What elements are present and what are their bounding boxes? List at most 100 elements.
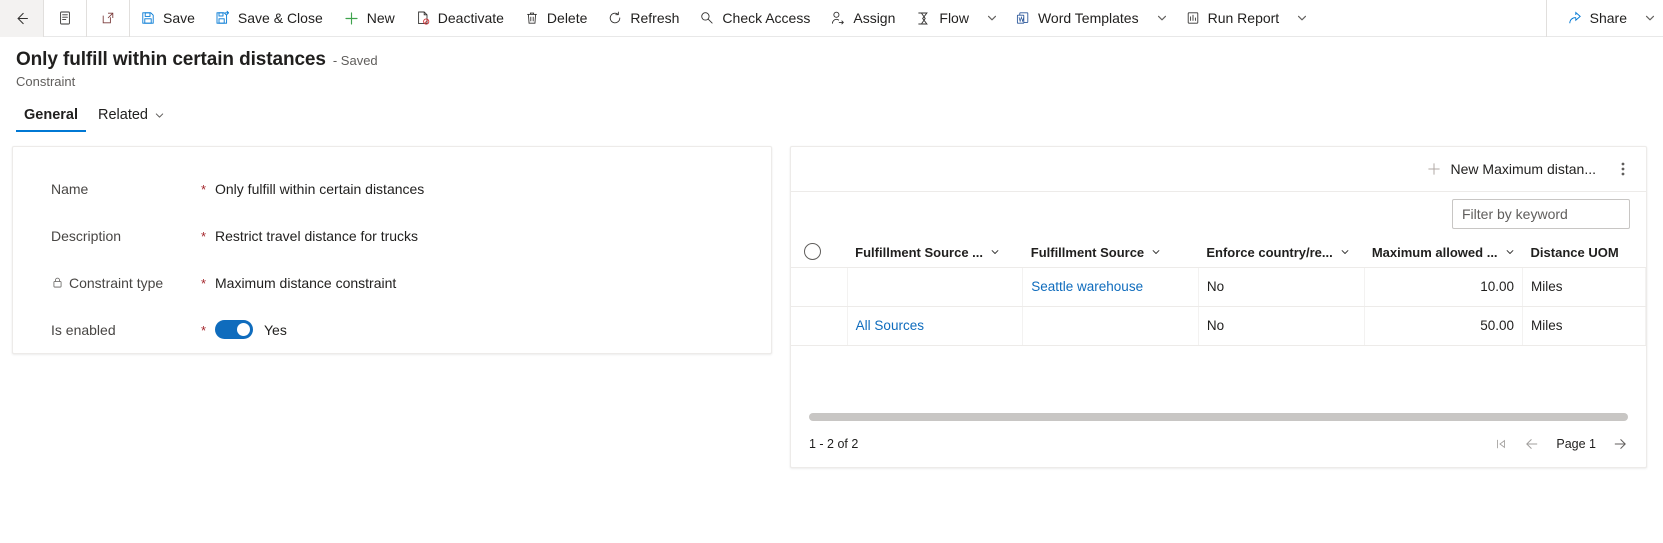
- field-description-value[interactable]: Restrict travel distance for trucks: [215, 228, 418, 244]
- column-header-label: Enforce country/re...: [1206, 244, 1333, 260]
- arrow-left-icon: [1524, 436, 1540, 452]
- new-maximum-distance-button[interactable]: New Maximum distan...: [1416, 156, 1606, 182]
- chevron-down-icon: [1644, 12, 1656, 24]
- table-row[interactable]: Seattle warehouse No 10.00 Miles: [791, 267, 1646, 307]
- new-label: New: [366, 10, 395, 26]
- column-header-distance-uom[interactable]: Distance UOM: [1522, 235, 1646, 268]
- run-report-label: Run Report: [1207, 10, 1280, 26]
- maximum-distance-subgrid-card: New Maximum distan... Filter by keyword …: [790, 146, 1647, 468]
- refresh-icon: [607, 10, 623, 26]
- check-access-label: Check Access: [722, 10, 811, 26]
- popout-button[interactable]: [87, 0, 129, 37]
- is-enabled-toggle[interactable]: [215, 320, 253, 339]
- refresh-button[interactable]: Refresh: [597, 0, 689, 37]
- tab-general-label: General: [24, 107, 78, 123]
- chevron-down-icon: [1340, 247, 1350, 257]
- word-templates-label: Word Templates: [1037, 10, 1139, 26]
- table-header-row: Fulfillment Source ... Fulfillment Sourc…: [791, 235, 1646, 268]
- back-button[interactable]: [0, 0, 43, 37]
- cell-fulfillment-source-group[interactable]: All Sources: [847, 306, 1024, 346]
- share-caret-button[interactable]: [1637, 0, 1663, 37]
- column-header-enforce-country[interactable]: Enforce country/re...: [1198, 235, 1365, 268]
- field-description-label: Description: [51, 228, 201, 244]
- subgrid-table-scroll: Fulfillment Source ... Fulfillment Sourc…: [791, 235, 1646, 413]
- plus-icon: [1426, 161, 1442, 177]
- horizontal-scrollbar[interactable]: [809, 413, 1628, 421]
- row-select-cell[interactable]: [791, 306, 848, 346]
- record-count-label: 1 - 2 of 2: [809, 437, 859, 451]
- required-marker: *: [201, 276, 207, 291]
- column-header-fulfillment-source[interactable]: Fulfillment Source: [1022, 235, 1199, 268]
- run-report-button[interactable]: Run Report: [1175, 0, 1290, 37]
- pagination: Page 1: [1494, 436, 1628, 452]
- column-header-maximum-allowed[interactable]: Maximum allowed ...: [1364, 235, 1523, 268]
- field-name-value[interactable]: Only fulfill within certain distances: [215, 181, 424, 197]
- tab-list: General Related: [0, 103, 1663, 132]
- label-text: Is enabled: [51, 321, 116, 338]
- cell-enforce-country: No: [1198, 306, 1366, 346]
- cell-distance-uom: Miles: [1522, 306, 1646, 346]
- filter-by-keyword-input[interactable]: [1452, 198, 1630, 229]
- fulfillment-source-group-link[interactable]: All Sources: [856, 318, 924, 333]
- save-status: - Saved: [332, 53, 378, 68]
- subgrid-footer: 1 - 2 of 2 Page 1: [791, 421, 1646, 467]
- share-button[interactable]: Share: [1557, 0, 1637, 37]
- share-icon: [1567, 10, 1583, 26]
- required-marker: *: [201, 182, 207, 197]
- deactivate-button[interactable]: Deactivate: [405, 0, 514, 37]
- field-description: Description * Restrict travel distance f…: [13, 212, 771, 259]
- share-group: Share: [1545, 0, 1663, 37]
- person-assign-icon: [830, 10, 846, 26]
- first-page-icon: [1494, 437, 1508, 451]
- column-header-fulfillment-source-group[interactable]: Fulfillment Source ...: [847, 235, 1023, 268]
- save-and-close-button[interactable]: Save & Close: [205, 0, 333, 37]
- arrow-right-icon: [1612, 436, 1628, 452]
- form-selector-button[interactable]: [44, 0, 86, 37]
- row-select-cell[interactable]: [791, 267, 848, 307]
- flow-icon: [915, 10, 932, 27]
- flow-button[interactable]: Flow: [905, 0, 979, 37]
- previous-page-button[interactable]: [1524, 436, 1540, 452]
- general-section-card: Name * Only fulfill within certain dista…: [12, 146, 772, 354]
- cell-maximum-allowed: 50.00: [1364, 306, 1524, 346]
- word-templates-caret-button[interactable]: [1149, 0, 1175, 37]
- cell-fulfillment-source[interactable]: Seattle warehouse: [1022, 267, 1199, 307]
- assign-label: Assign: [853, 10, 896, 26]
- check-access-button[interactable]: Check Access: [689, 0, 820, 37]
- cell-fulfillment-source-group: [847, 267, 1024, 307]
- tab-general[interactable]: General: [16, 103, 86, 132]
- assign-button[interactable]: Assign: [820, 0, 905, 37]
- field-is-enabled-label: Is enabled: [51, 322, 201, 338]
- delete-button[interactable]: Delete: [514, 0, 597, 37]
- subgrid-table: Fulfillment Source ... Fulfillment Sourc…: [791, 235, 1646, 346]
- delete-label: Delete: [546, 10, 588, 26]
- chevron-down-icon: [1151, 247, 1161, 257]
- page-title: Only fulfill within certain distances: [16, 49, 326, 70]
- run-report-caret-button[interactable]: [1289, 0, 1315, 37]
- subgrid-more-commands-button[interactable]: [1608, 154, 1638, 184]
- horizontal-scrollbar-wrap: [791, 413, 1646, 421]
- next-page-button[interactable]: [1612, 436, 1628, 452]
- more-vertical-icon: [1621, 161, 1625, 177]
- back-arrow-icon: [13, 10, 30, 27]
- field-constraint-type-label: Constraint type: [51, 275, 201, 291]
- tab-related[interactable]: Related: [90, 103, 173, 132]
- select-all-radio[interactable]: [804, 242, 821, 260]
- new-button[interactable]: New: [333, 0, 405, 37]
- table-row[interactable]: All Sources No 50.00 Miles: [791, 306, 1646, 346]
- popout-icon: [100, 10, 116, 26]
- field-name: Name * Only fulfill within certain dista…: [13, 165, 771, 212]
- field-constraint-type: Constraint type * Maximum distance const…: [13, 259, 771, 306]
- save-button[interactable]: Save: [130, 0, 205, 37]
- save-and-close-icon: [215, 10, 231, 26]
- label-text: Description: [51, 227, 122, 244]
- first-page-button[interactable]: [1494, 437, 1508, 451]
- save-icon: [140, 10, 156, 26]
- word-templates-button[interactable]: Word Templates: [1005, 0, 1149, 37]
- lock-icon: [51, 276, 64, 289]
- flow-caret-button[interactable]: [979, 0, 1005, 37]
- record-header: Only fulfill within certain distances - …: [0, 37, 1663, 89]
- fulfillment-source-link[interactable]: Seattle warehouse: [1031, 279, 1143, 294]
- field-name-label: Name: [51, 181, 201, 197]
- deactivate-icon: [415, 10, 431, 26]
